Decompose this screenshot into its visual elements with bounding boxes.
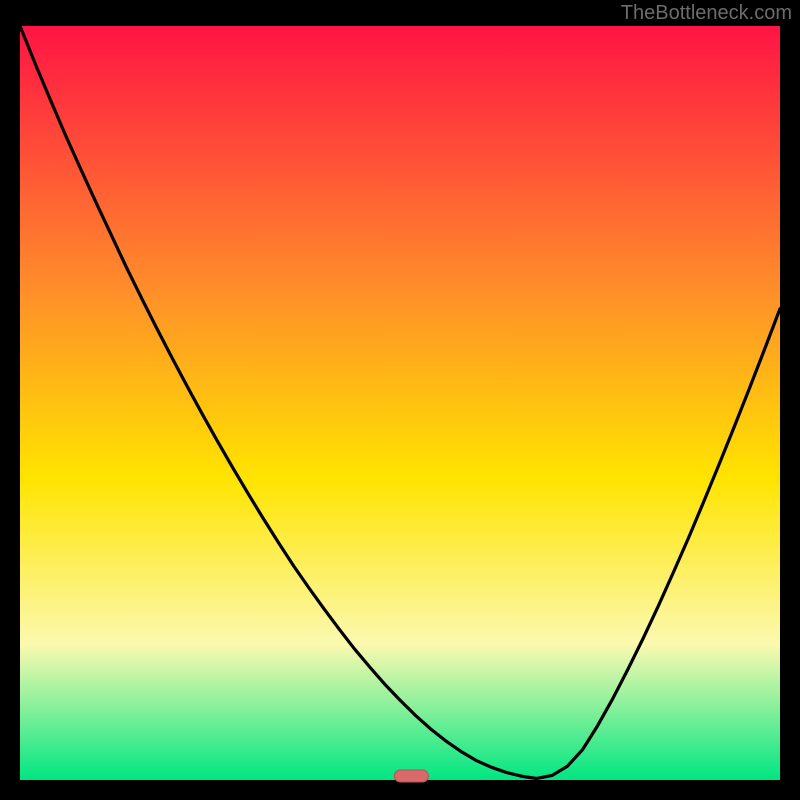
chart-container: TheBottleneck.com [0,0,800,800]
attribution-label: TheBottleneck.com [621,2,792,25]
minimum-marker [394,770,428,782]
chart-svg [0,0,800,800]
plot-area [20,26,780,780]
